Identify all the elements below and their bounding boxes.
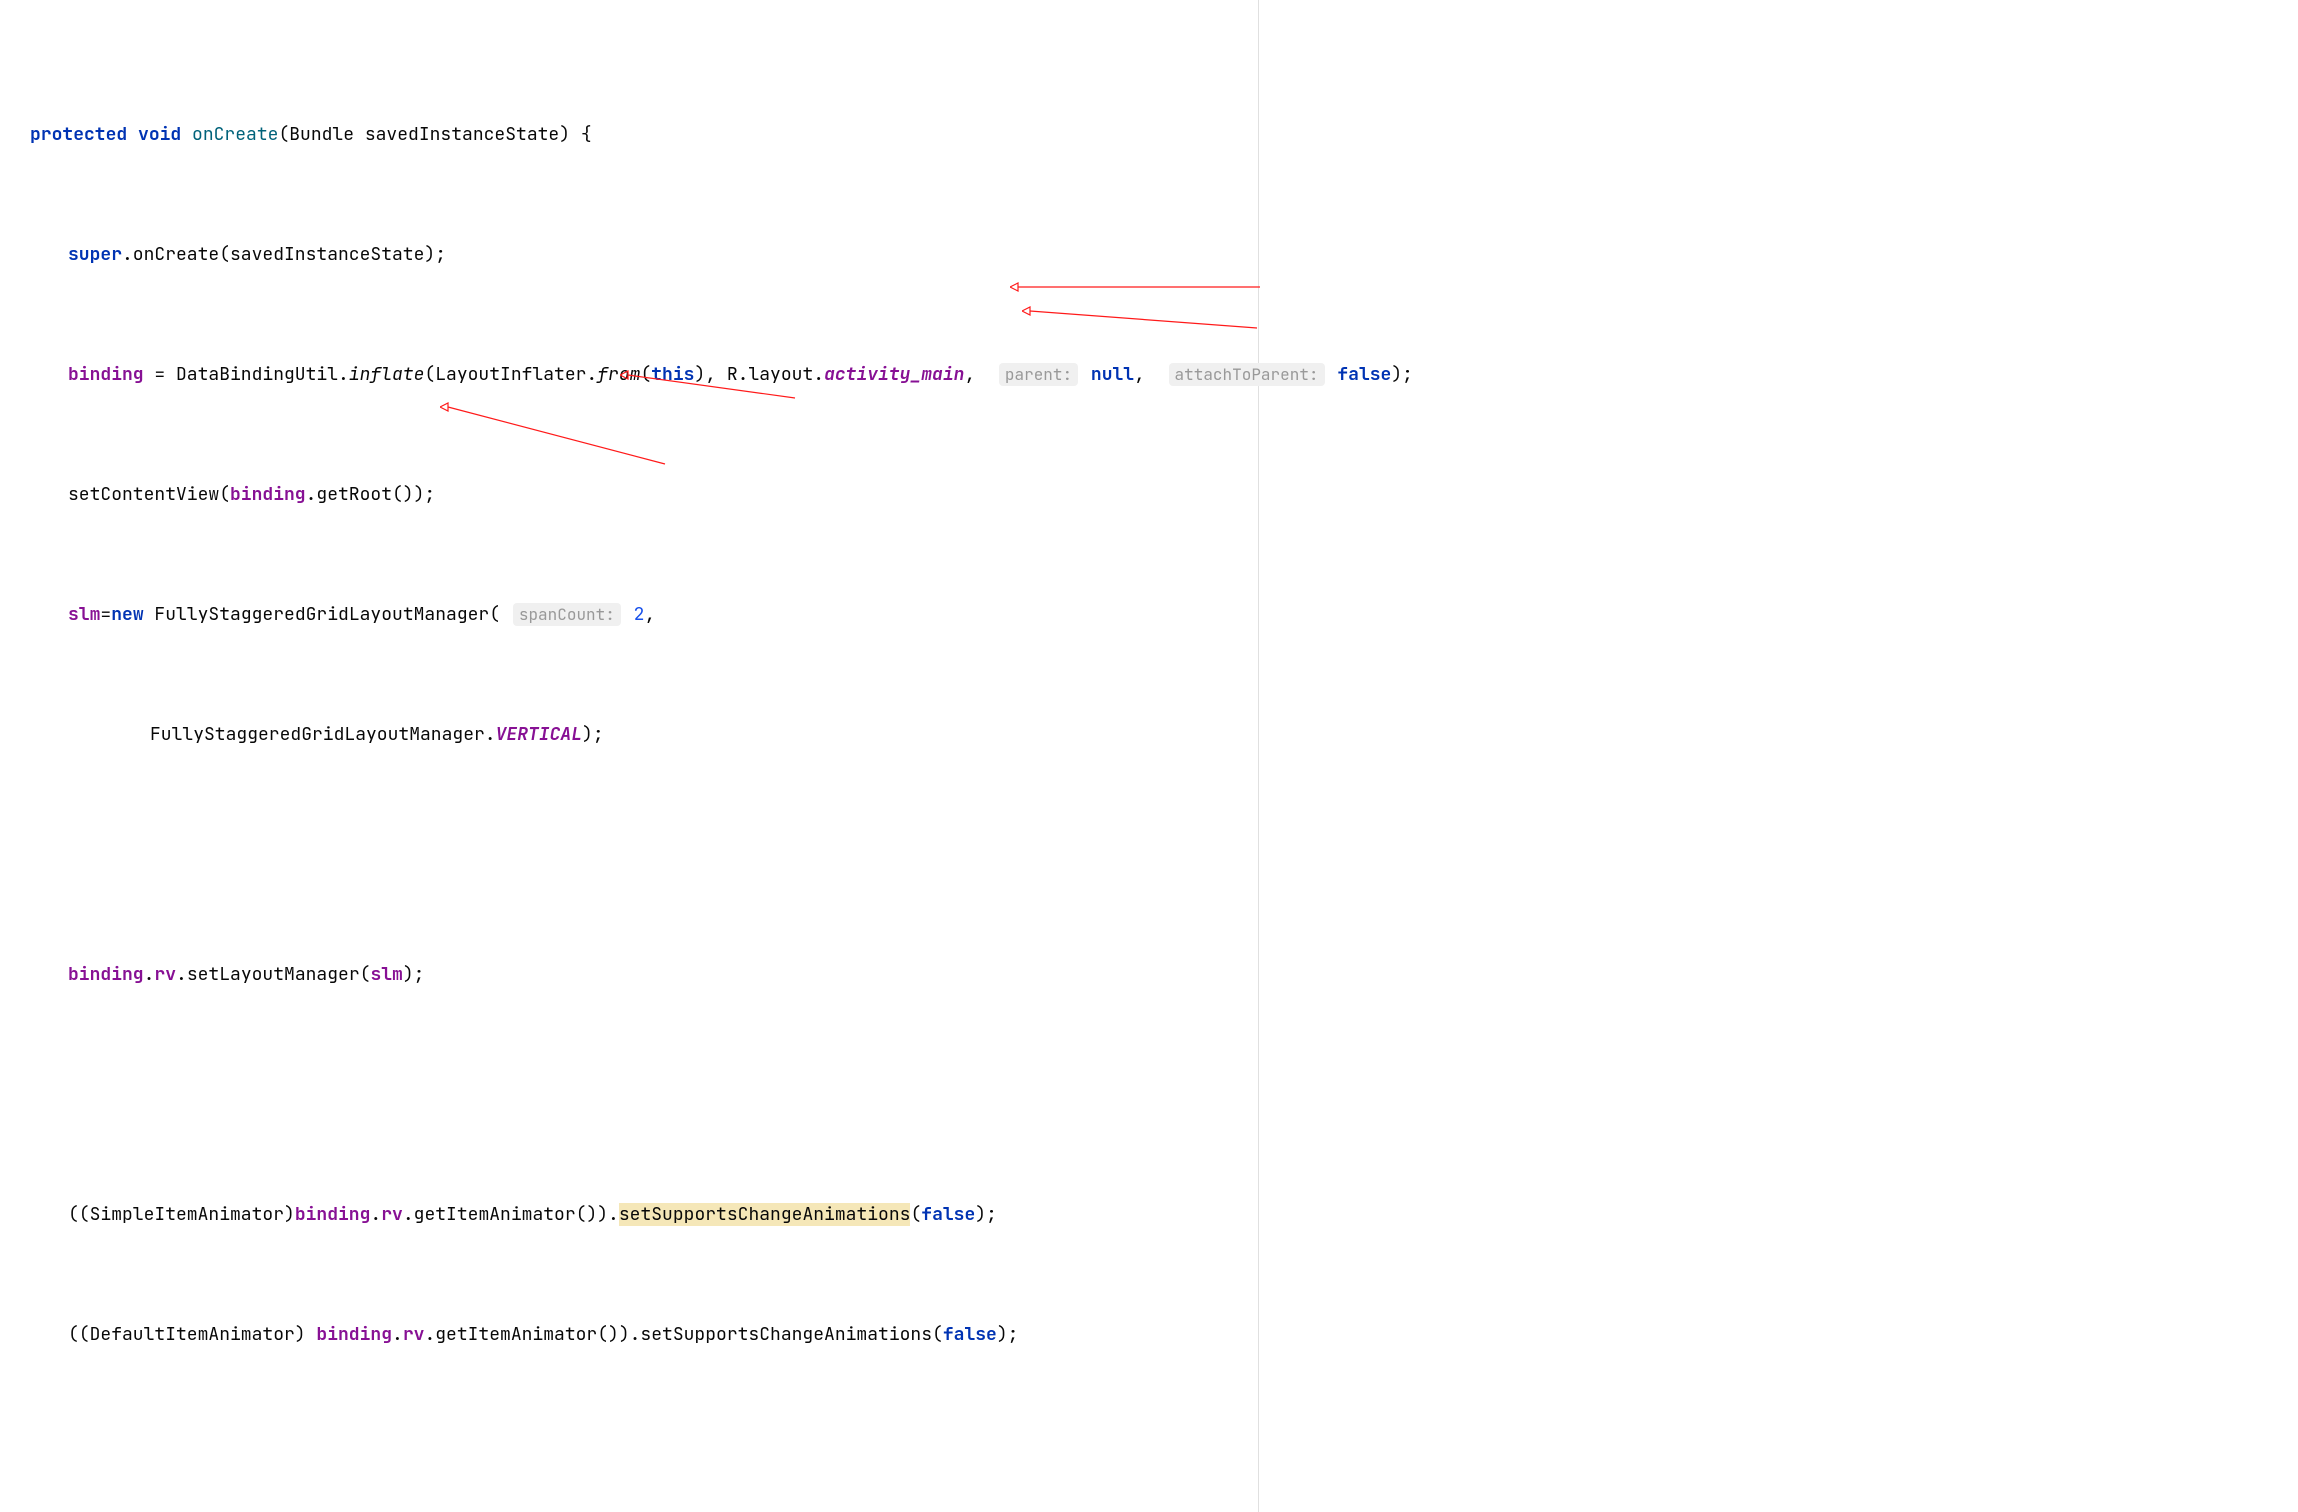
code-line[interactable]: super.onCreate(savedInstanceState);: [0, 240, 2298, 270]
keyword-super: super: [68, 243, 122, 266]
field-slm: slm: [370, 963, 402, 986]
code-text: );: [582, 723, 604, 746]
code-text: ), R.layout.: [694, 363, 824, 386]
static-field: VERTICAL: [496, 723, 582, 746]
number-literal: 2: [634, 603, 645, 626]
param-hint: parent:: [999, 363, 1078, 386]
field-binding: binding: [68, 363, 144, 386]
keyword-false: false: [921, 1203, 975, 1226]
code-text: (: [640, 363, 651, 386]
code-text: );: [1391, 363, 1413, 386]
code-text: FullyStaggeredGridLayoutManager(: [144, 603, 500, 626]
code-text: ,: [1134, 363, 1156, 386]
code-text: ((DefaultItemAnimator): [68, 1323, 316, 1346]
code-text: .setLayoutManager(: [176, 963, 370, 986]
code-text: ,: [644, 603, 655, 626]
code-text: .: [144, 963, 155, 986]
code-line[interactable]: ((SimpleItemAnimator)binding.rv.getItemA…: [0, 1200, 2298, 1230]
code-line[interactable]: setContentView(binding.getRoot());: [0, 480, 2298, 510]
static-method: from: [597, 363, 640, 386]
code-text: (: [910, 1203, 921, 1226]
keyword-protected: protected: [30, 123, 127, 146]
code-text: .getItemAnimator()).: [403, 1203, 619, 1226]
field-rv: rv: [381, 1203, 403, 1226]
static-field: activity_main: [824, 363, 964, 386]
code-text: );: [975, 1203, 997, 1226]
param-hint: attachToParent:: [1169, 363, 1325, 386]
method-name: onCreate: [192, 123, 278, 146]
code-line[interactable]: binding = DataBindingUtil.inflate(Layout…: [0, 360, 2298, 390]
field-binding: binding: [68, 963, 144, 986]
code-text: =: [100, 603, 111, 626]
code-text: (Bundle savedInstanceState) {: [278, 123, 591, 146]
annotation-arrow: [1022, 306, 1262, 336]
keyword-false: false: [1337, 363, 1391, 386]
code-text: setContentView(: [68, 483, 230, 506]
keyword-this: this: [651, 363, 694, 386]
code-text: .: [392, 1323, 403, 1346]
highlighted-method: setSupportsChangeAnimations: [619, 1203, 911, 1226]
code-text: = DataBindingUtil.: [144, 363, 349, 386]
code-line[interactable]: slm=new FullyStaggeredGridLayoutManager(…: [0, 600, 2298, 630]
param-hint: spanCount:: [513, 603, 621, 626]
code-line-blank[interactable]: [0, 1080, 2298, 1110]
code-text: (LayoutInflater.: [424, 363, 597, 386]
static-method: inflate: [349, 363, 425, 386]
code-text: FullyStaggeredGridLayoutManager.: [150, 723, 496, 746]
keyword-false: false: [943, 1323, 997, 1346]
field-slm: slm: [68, 603, 100, 626]
code-text: .getItemAnimator()).setSupportsChangeAni…: [424, 1323, 942, 1346]
code-text: .onCreate(savedInstanceState);: [122, 243, 446, 266]
field-binding: binding: [295, 1203, 371, 1226]
code-line[interactable]: protected void onCreate(Bundle savedInst…: [0, 120, 2298, 150]
code-text: .: [370, 1203, 381, 1226]
field-rv: rv: [403, 1323, 425, 1346]
keyword-new: new: [111, 603, 143, 626]
code-editor[interactable]: protected void onCreate(Bundle savedInst…: [0, 0, 2298, 1512]
code-text: ((SimpleItemAnimator): [68, 1203, 295, 1226]
keyword-void: void: [138, 123, 181, 146]
field-rv: rv: [154, 963, 176, 986]
annotation-arrow: [440, 402, 670, 472]
code-text: ,: [964, 363, 986, 386]
code-line-blank[interactable]: [0, 1440, 2298, 1470]
right-margin-guide: [1258, 0, 1259, 1512]
code-line[interactable]: ((DefaultItemAnimator) binding.rv.getIte…: [0, 1320, 2298, 1350]
code-line-blank[interactable]: [0, 840, 2298, 870]
code-line[interactable]: binding.rv.setLayoutManager(slm);: [0, 960, 2298, 990]
code-line[interactable]: FullyStaggeredGridLayoutManager.VERTICAL…: [0, 720, 2298, 750]
field-binding: binding: [230, 483, 306, 506]
annotation-arrow: [1010, 282, 1260, 292]
code-text: );: [403, 963, 425, 986]
keyword-null: null: [1091, 363, 1134, 386]
code-text: );: [997, 1323, 1019, 1346]
field-binding: binding: [316, 1323, 392, 1346]
code-text: .getRoot());: [306, 483, 436, 506]
